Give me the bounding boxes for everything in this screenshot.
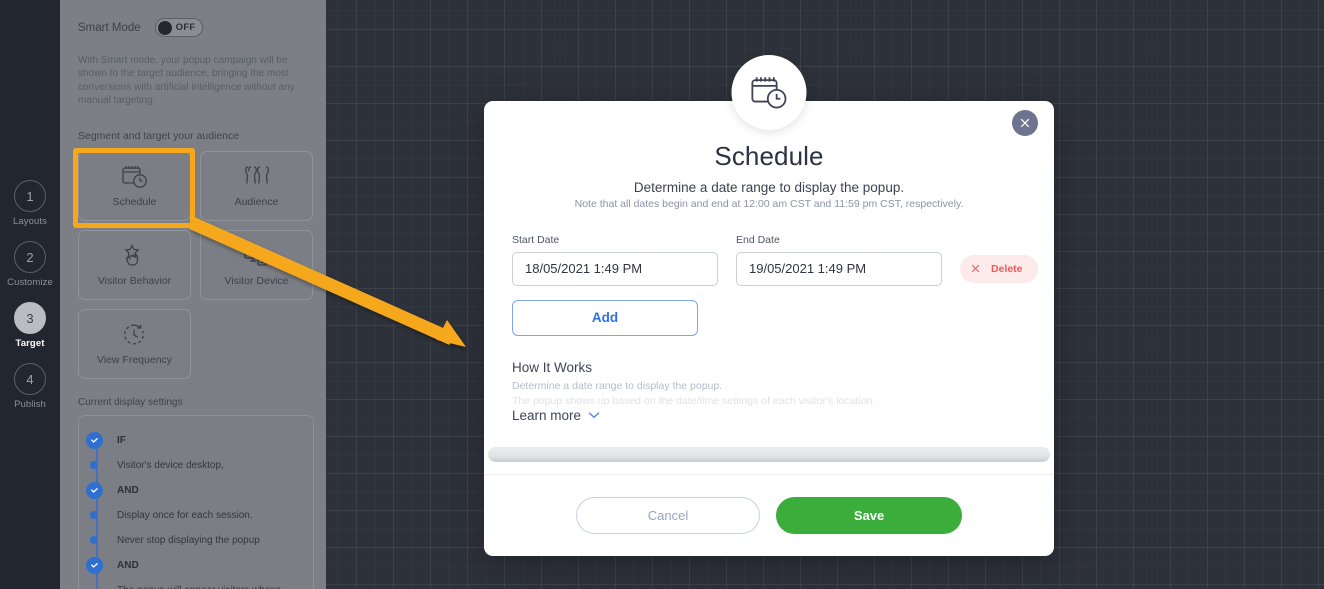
target-card-visitor-behavior[interactable]: Visitor Behavior xyxy=(78,229,191,300)
how-it-works-line1: Determine a date range to display the po… xyxy=(512,379,723,392)
modal-footer: Cancel Save xyxy=(484,474,1054,556)
step-customize-number: 2 xyxy=(14,241,46,273)
target-card-schedule[interactable]: Schedule xyxy=(78,150,191,221)
save-button[interactable]: Save xyxy=(776,497,962,534)
step-target-number: 3 xyxy=(14,302,46,334)
view-frequency-icon xyxy=(121,322,149,348)
visitor-behavior-icon xyxy=(121,243,149,269)
add-date-range-button[interactable]: Add xyxy=(512,299,698,336)
targeting-sidebar: Smart Mode OFF With Smart mode, your pop… xyxy=(60,0,326,589)
smart-mode-description: With Smart mode, your popup campaign wil… xyxy=(78,55,295,107)
cancel-button[interactable]: Cancel xyxy=(576,497,760,534)
timeline-text: AND xyxy=(117,559,139,571)
step-layouts-label: Layouts xyxy=(13,216,47,227)
step-rail: 1 Layouts 2 Customize 3 Target 4 Publish xyxy=(0,0,60,589)
learn-more-label: Learn more xyxy=(512,407,582,423)
smart-mode-label: Smart Mode xyxy=(78,21,141,34)
app-root: 1 Layouts 2 Customize 3 Target 4 Publish… xyxy=(0,0,1324,589)
step-publish-label: Publish xyxy=(14,399,46,410)
modal-subtitle: Determine a date range to display the po… xyxy=(633,180,905,195)
target-card-visitor-behavior-label: Visitor Behavior xyxy=(97,274,172,287)
check-icon xyxy=(86,481,103,499)
horizontal-scrollbar[interactable] xyxy=(488,447,1050,462)
target-card-audience[interactable]: Audience xyxy=(200,150,313,221)
start-date-field: Start Date xyxy=(512,234,718,286)
timeline-text: Visitor's device desktop, xyxy=(117,459,224,471)
step-layouts[interactable]: 1 Layouts xyxy=(13,180,47,227)
smart-mode-toggle[interactable]: OFF xyxy=(154,18,203,37)
delete-date-range-button[interactable]: Delete xyxy=(960,254,1038,283)
timeline-text: AND xyxy=(117,484,139,496)
visitor-device-icon xyxy=(243,243,271,269)
end-date-label: End Date xyxy=(736,233,780,246)
bullet-icon xyxy=(90,511,98,520)
timeline-item: Display once for each session. xyxy=(90,503,313,528)
check-icon xyxy=(86,556,103,574)
modal-note: Note that all dates begin and end at 12:… xyxy=(574,198,964,210)
close-icon xyxy=(971,264,980,273)
target-card-schedule-label: Schedule xyxy=(112,195,157,208)
date-range-row: Start Date End Date Delete xyxy=(512,234,1038,286)
end-date-field: End Date xyxy=(736,234,942,286)
how-it-works-section: How It Works Determine a date range to d… xyxy=(512,360,1026,423)
modal-body: Start Date End Date Delete Add How It Wo… xyxy=(484,212,1054,475)
timeline-text: Never stop displaying the popup xyxy=(117,534,260,546)
timeline-item: The popup will appear visitors whose xyxy=(117,578,313,589)
timeline-text: Display once for each session. xyxy=(117,509,253,521)
delete-label: Delete xyxy=(991,262,1023,275)
start-date-input[interactable] xyxy=(512,251,718,286)
target-card-visitor-device-label: Visitor Device xyxy=(224,274,289,287)
how-it-works-title: How It Works xyxy=(512,359,593,375)
current-display-settings-heading: Current display settings xyxy=(78,396,183,408)
calendar-clock-icon xyxy=(121,164,149,190)
current-display-settings-box: IF Visitor's device desktop, AND Display… xyxy=(78,414,314,589)
target-card-view-frequency[interactable]: View Frequency xyxy=(78,308,191,379)
timeline-item: Visitor's device desktop, xyxy=(90,453,313,478)
step-publish-number: 4 xyxy=(14,363,46,395)
check-icon xyxy=(86,431,103,449)
smart-mode-state: OFF xyxy=(175,22,196,33)
schedule-modal-badge xyxy=(731,55,807,130)
bullet-icon xyxy=(90,461,98,470)
start-date-label: Start Date xyxy=(512,233,560,246)
settings-timeline: IF Visitor's device desktop, AND Display… xyxy=(79,428,313,589)
step-customize[interactable]: 2 Customize xyxy=(7,241,53,288)
target-card-audience-label: Audience xyxy=(234,195,279,208)
schedule-modal: Schedule Determine a date range to displ… xyxy=(484,55,1054,556)
toggle-knob xyxy=(157,20,172,35)
step-publish[interactable]: 4 Publish xyxy=(14,363,46,410)
chevron-down-icon xyxy=(588,412,600,419)
target-card-view-frequency-label: View Frequency xyxy=(96,353,173,366)
audience-icon xyxy=(243,164,271,190)
page-title: Schedule xyxy=(714,141,824,171)
target-card-visitor-device[interactable]: Visitor Device xyxy=(200,229,313,300)
timeline-item: AND xyxy=(86,553,313,578)
timeline-text: The popup will appear visitors whose xyxy=(117,585,281,589)
calendar-clock-icon xyxy=(750,76,786,108)
how-it-works-line2: The popup shows up based on the date/tim… xyxy=(512,394,876,407)
step-target[interactable]: 3 Target xyxy=(14,302,46,349)
smart-mode-row: Smart Mode OFF xyxy=(78,18,308,37)
bullet-icon xyxy=(90,536,98,545)
timeline-item: Never stop displaying the popup xyxy=(90,528,313,553)
step-customize-label: Customize xyxy=(7,277,53,288)
modal-close-button[interactable] xyxy=(1012,110,1038,136)
segment-heading: Segment and target your audience xyxy=(78,129,240,142)
timeline-item: IF xyxy=(86,428,313,453)
timeline-text: IF xyxy=(117,434,126,446)
timeline-item: AND xyxy=(86,478,313,503)
end-date-input[interactable] xyxy=(736,251,942,286)
step-layouts-number: 1 xyxy=(13,180,46,212)
learn-more-toggle[interactable]: Learn more xyxy=(512,408,1026,423)
target-card-grid: Schedule Audience Visitor Behavior Visit… xyxy=(78,150,314,379)
step-target-label: Target xyxy=(15,338,45,349)
close-icon xyxy=(1020,118,1030,128)
